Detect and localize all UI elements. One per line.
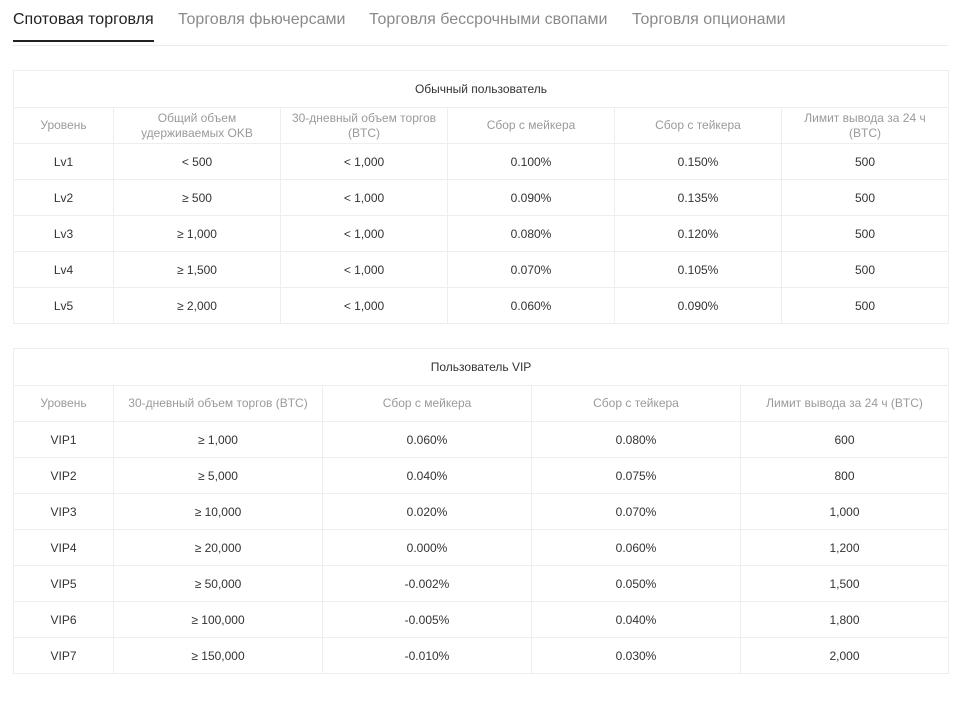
- table-cell: 600: [739, 421, 950, 458]
- table-cell: 500: [781, 287, 949, 324]
- table-cell: 500: [781, 251, 949, 288]
- table-cell: 0.040%: [322, 457, 532, 494]
- table-cell: ≥ 1,000: [113, 215, 281, 252]
- table-cell: < 1,000: [280, 215, 448, 252]
- table-cell: VIP6: [13, 601, 114, 638]
- table-cell: Lv3: [13, 215, 114, 252]
- column-header-level: Уровень: [13, 107, 114, 144]
- table-cell: VIP1: [13, 421, 114, 458]
- regular-user-fee-table: Обычный пользователь Уровень Общий объем…: [13, 70, 949, 324]
- trading-type-tabs: Спотовая торговля Торговля фьючерсами То…: [13, 0, 948, 46]
- table-row: VIP6 ≥ 100,000 -0.005% 0.040% 1,800: [13, 601, 950, 638]
- column-header-withdrawal-limit: Лимит вывода за 24 ч (BTC): [739, 385, 950, 422]
- table-cell: Lv2: [13, 179, 114, 216]
- table-cell: 0.060%: [447, 287, 615, 324]
- vip-table-title: Пользователь VIP: [12, 348, 950, 386]
- table-cell: 0.070%: [447, 251, 615, 288]
- table-cell: VIP2: [13, 457, 114, 494]
- table-cell: 800: [739, 457, 950, 494]
- table-cell: 1,500: [739, 565, 950, 602]
- table-cell: ≥ 5,000: [113, 457, 323, 494]
- table-cell: VIP4: [13, 529, 114, 566]
- table-cell: VIP3: [13, 493, 114, 530]
- table-cell: Lv5: [13, 287, 114, 324]
- tab-futures-trading[interactable]: Торговля фьючерсами: [178, 11, 345, 40]
- table-cell: 0.090%: [614, 287, 782, 324]
- column-header-withdrawal-limit: Лимит вывода за 24 ч (BTC): [781, 107, 949, 144]
- table-cell: Lv1: [13, 143, 114, 180]
- table-cell: < 500: [113, 143, 281, 180]
- table-cell: 0.080%: [447, 215, 615, 252]
- table-cell: < 1,000: [280, 143, 448, 180]
- table-cell: ≥ 100,000: [113, 601, 323, 638]
- table-cell: 0.105%: [614, 251, 782, 288]
- table-cell: 0.060%: [531, 529, 741, 566]
- table-cell: 2,000: [739, 637, 950, 674]
- table-cell: -0.010%: [322, 637, 532, 674]
- table-cell: ≥ 500: [113, 179, 281, 216]
- table-cell: 0.020%: [322, 493, 532, 530]
- regular-table-title: Обычный пользователь: [13, 70, 949, 108]
- table-row: Lv4 ≥ 1,500 < 1,000 0.070% 0.105% 500: [13, 251, 949, 288]
- table-cell: 0.080%: [531, 421, 741, 458]
- table-cell: VIP7: [13, 637, 114, 674]
- table-cell: ≥ 20,000: [113, 529, 323, 566]
- table-cell: 500: [781, 143, 949, 180]
- table-cell: 0.000%: [322, 529, 532, 566]
- table-row: Lv1 < 500 < 1,000 0.100% 0.150% 500: [13, 143, 949, 180]
- table-cell: < 1,000: [280, 251, 448, 288]
- table-cell: ≥ 2,000: [113, 287, 281, 324]
- table-cell: 0.070%: [531, 493, 741, 530]
- table-cell: -0.002%: [322, 565, 532, 602]
- table-row: Lv2 ≥ 500 < 1,000 0.090% 0.135% 500: [13, 179, 949, 216]
- table-cell: 0.030%: [531, 637, 741, 674]
- table-cell: ≥ 150,000: [113, 637, 323, 674]
- column-header-okb-holdings: Общий объем удерживаемых OKB: [113, 107, 281, 144]
- column-header-maker-fee: Сбор с мейкера: [447, 107, 615, 144]
- table-cell: 1,200: [739, 529, 950, 566]
- table-cell: ≥ 10,000: [113, 493, 323, 530]
- table-row: VIP2 ≥ 5,000 0.040% 0.075% 800: [13, 457, 950, 494]
- table-cell: Lv4: [13, 251, 114, 288]
- table-cell: 0.150%: [614, 143, 782, 180]
- column-header-level: Уровень: [13, 385, 114, 422]
- table-cell: VIP5: [13, 565, 114, 602]
- column-header-maker-fee: Сбор с мейкера: [322, 385, 532, 422]
- table-cell: 0.090%: [447, 179, 615, 216]
- table-row: VIP1 ≥ 1,000 0.060% 0.080% 600: [13, 421, 950, 458]
- table-cell: 0.100%: [447, 143, 615, 180]
- table-cell: ≥ 1,500: [113, 251, 281, 288]
- column-header-30d-volume: 30-дневный объем торгов (BTC): [113, 385, 323, 422]
- table-cell: 0.075%: [531, 457, 741, 494]
- table-cell: 0.135%: [614, 179, 782, 216]
- table-row: VIP3 ≥ 10,000 0.020% 0.070% 1,000: [13, 493, 950, 530]
- table-cell: ≥ 50,000: [113, 565, 323, 602]
- table-cell: -0.005%: [322, 601, 532, 638]
- table-row: VIP5 ≥ 50,000 -0.002% 0.050% 1,500: [13, 565, 950, 602]
- column-header-30d-volume: 30-дневный объем торгов (BTC): [280, 107, 448, 144]
- tab-perpetual-swaps-trading[interactable]: Торговля бессрочными свопами: [369, 11, 607, 40]
- table-cell: 500: [781, 179, 949, 216]
- tab-options-trading[interactable]: Торговля опционами: [632, 11, 786, 40]
- table-cell: 500: [781, 215, 949, 252]
- table-cell: 1,000: [739, 493, 950, 530]
- table-cell: 0.040%: [531, 601, 741, 638]
- tab-spot-trading[interactable]: Спотовая торговля: [13, 11, 154, 42]
- vip-user-fee-table: Пользователь VIP Уровень 30-дневный объе…: [12, 348, 950, 674]
- column-header-taker-fee: Сбор с тейкера: [614, 107, 782, 144]
- table-row: Lv3 ≥ 1,000 < 1,000 0.080% 0.120% 500: [13, 215, 949, 252]
- table-cell: ≥ 1,000: [113, 421, 323, 458]
- table-cell: < 1,000: [280, 179, 448, 216]
- table-row: VIP4 ≥ 20,000 0.000% 0.060% 1,200: [13, 529, 950, 566]
- table-cell: 0.120%: [614, 215, 782, 252]
- table-row: VIP7 ≥ 150,000 -0.010% 0.030% 2,000: [13, 637, 950, 674]
- table-cell: 0.050%: [531, 565, 741, 602]
- table-cell: < 1,000: [280, 287, 448, 324]
- table-cell: 1,800: [739, 601, 950, 638]
- column-header-taker-fee: Сбор с тейкера: [531, 385, 741, 422]
- table-row: Lv5 ≥ 2,000 < 1,000 0.060% 0.090% 500: [13, 287, 949, 324]
- table-cell: 0.060%: [322, 421, 532, 458]
